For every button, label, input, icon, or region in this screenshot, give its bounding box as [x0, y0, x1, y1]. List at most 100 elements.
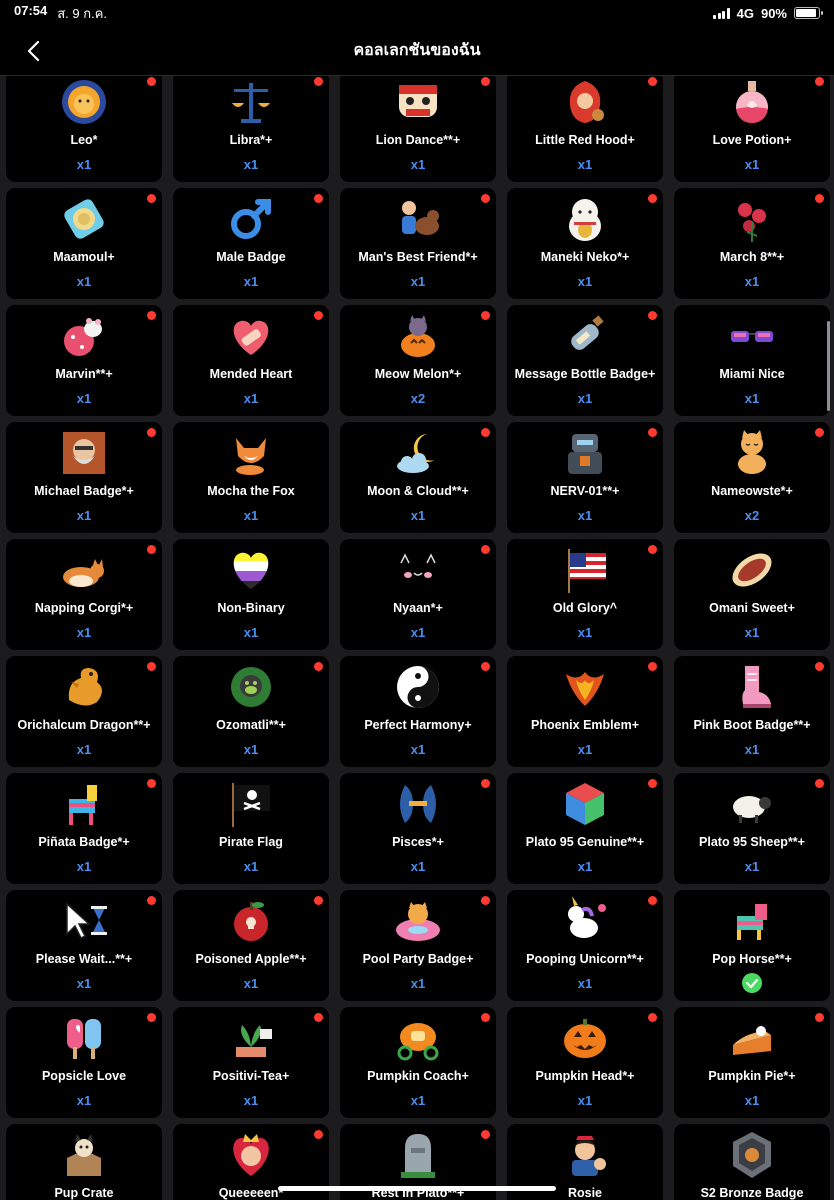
badge-card[interactable]: Positivi-Tea+ x1	[173, 1007, 329, 1118]
badge-card[interactable]: S2 Bronze Badge	[674, 1124, 830, 1200]
badge-card[interactable]: Ozomatli**+ x1	[173, 656, 329, 767]
badge-count: x1	[577, 274, 593, 289]
badge-card[interactable]: Leo* x1	[6, 76, 162, 182]
badge-count: x1	[410, 625, 426, 640]
new-indicator-dot	[648, 311, 657, 320]
badge-card[interactable]: NERV-01**+ x1	[507, 422, 663, 533]
badge-card[interactable]: Phoenix Emblem+ x1	[507, 656, 663, 767]
queen-icon	[224, 1128, 278, 1182]
badge-card[interactable]: Old Glory^ x1	[507, 539, 663, 650]
badge-card[interactable]: Plato 95 Sheep**+ x1	[674, 773, 830, 884]
badge-name: Old Glory^	[552, 601, 618, 615]
new-indicator-dot	[815, 194, 824, 203]
badge-name: Nyaan*+	[393, 601, 443, 615]
badge-card[interactable]: Pool Party Badge+ x1	[340, 890, 496, 1001]
new-indicator-dot	[481, 194, 490, 203]
badge-card[interactable]: Man's Best Friend*+ x1	[340, 188, 496, 299]
phoenix-icon	[558, 660, 612, 714]
badge-card[interactable]: Pumpkin Pie*+ x1	[674, 1007, 830, 1118]
badge-card[interactable]: Maamoul+ x1	[6, 188, 162, 299]
badge-name: Message Bottle Badge+	[514, 367, 656, 381]
badge-count: x1	[577, 625, 593, 640]
badge-name: Pink Boot Badge**+	[693, 718, 811, 732]
badge-card[interactable]: Moon & Cloud**+ x1	[340, 422, 496, 533]
badge-card[interactable]: Please Wait...**+ x1	[6, 890, 162, 1001]
badge-card[interactable]: Pup Crate	[6, 1124, 162, 1200]
nonbinary-heart-icon	[224, 543, 278, 597]
badge-card[interactable]: Napping Corgi*+ x1	[6, 539, 162, 650]
pie-icon	[725, 1011, 779, 1065]
badge-count: x1	[76, 157, 92, 172]
badge-card[interactable]: Lion Dance**+ x1	[340, 76, 496, 182]
new-indicator-dot	[147, 311, 156, 320]
badge-card[interactable]: Male Badge x1	[173, 188, 329, 299]
pup-crate-icon	[57, 1128, 111, 1182]
badge-card[interactable]: Perfect Harmony+ x1	[340, 656, 496, 767]
badge-card[interactable]: Nyaan*+ x1	[340, 539, 496, 650]
new-indicator-dot	[147, 1013, 156, 1022]
cube-icon	[558, 777, 612, 831]
badge-card[interactable]: Pooping Unicorn**+ x1	[507, 890, 663, 1001]
badge-count: x1	[76, 391, 92, 406]
new-indicator-dot	[314, 1130, 323, 1139]
dragon-icon	[57, 660, 111, 714]
collection-scroll-area[interactable]: Leo* x1 Libra*+ x1 Lion Dance**+ x1 Little Red…	[0, 76, 834, 1200]
badge-name: Napping Corgi*+	[34, 601, 134, 615]
rosie-icon	[558, 1128, 612, 1182]
badge-count: x1	[577, 391, 593, 406]
new-indicator-dot	[648, 77, 657, 86]
badge-count: x2	[744, 508, 760, 523]
badge-name: Please Wait...**+	[35, 952, 133, 966]
badge-card[interactable]: Pumpkin Coach+ x1	[340, 1007, 496, 1118]
badge-card[interactable]: Popsicle Love x1	[6, 1007, 162, 1118]
scrollbar[interactable]	[827, 321, 830, 411]
badge-card[interactable]: Pirate Flag x1	[173, 773, 329, 884]
badge-card[interactable]: Plato 95 Genuine**+ x1	[507, 773, 663, 884]
badge-card[interactable]: Nameowste*+ x2	[674, 422, 830, 533]
badge-card[interactable]: March 8**+ x1	[674, 188, 830, 299]
popsicle-icon	[57, 1011, 111, 1065]
badge-count: x1	[243, 274, 259, 289]
badge-card[interactable]: Maneki Neko*+ x1	[507, 188, 663, 299]
badge-count: x1	[744, 274, 760, 289]
badge-count: x1	[577, 742, 593, 757]
badge-card[interactable]: Mended Heart x1	[173, 305, 329, 416]
badge-card[interactable]: Meow Melon*+ x2	[340, 305, 496, 416]
new-indicator-dot	[314, 662, 323, 671]
badge-card[interactable]: Miami Nice x1	[674, 305, 830, 416]
badge-card[interactable]: Love Potion+ x1	[674, 76, 830, 182]
badge-card[interactable]: Pumpkin Head*+ x1	[507, 1007, 663, 1118]
badge-card[interactable]: Pink Boot Badge**+ x1	[674, 656, 830, 767]
badge-card[interactable]: Non-Binary x1	[173, 539, 329, 650]
badge-card[interactable]: Poisoned Apple**+ x1	[173, 890, 329, 1001]
badge-card[interactable]: Orichalcum Dragon**+ x1	[6, 656, 162, 767]
badge-card[interactable]: Michael Badge*+ x1	[6, 422, 162, 533]
monkey-icon	[224, 660, 278, 714]
back-button[interactable]	[18, 36, 48, 66]
home-indicator[interactable]	[278, 1186, 556, 1191]
badge-name: Mocha the Fox	[207, 484, 295, 498]
badge-name: Libra*+	[229, 133, 273, 147]
badge-card[interactable]: Marvin**+ x1	[6, 305, 162, 416]
badge-card[interactable]: Pisces*+ x1	[340, 773, 496, 884]
new-indicator-dot	[648, 1013, 657, 1022]
badge-card[interactable]: Omani Sweet+ x1	[674, 539, 830, 650]
meditating-cat-icon	[725, 426, 779, 480]
badge-count: x1	[744, 157, 760, 172]
badge-card[interactable]: Libra*+ x1	[173, 76, 329, 182]
badge-card[interactable]: Mocha the Fox x1	[173, 422, 329, 533]
message-bottle-icon	[558, 309, 612, 363]
badge-card[interactable]: Message Bottle Badge+ x1	[507, 305, 663, 416]
badge-card[interactable]: Piñata Badge*+ x1	[6, 773, 162, 884]
new-indicator-dot	[648, 896, 657, 905]
status-bar: 07:54 ส. 9 ก.ค. 4G 90%	[0, 0, 834, 26]
badge-card[interactable]: Pop Horse**+	[674, 890, 830, 1001]
badge-count: x1	[744, 625, 760, 640]
new-indicator-dot	[648, 194, 657, 203]
new-indicator-dot	[481, 1013, 490, 1022]
badge-count: x1	[410, 508, 426, 523]
badge-name: Pup Crate	[54, 1186, 114, 1200]
badge-card[interactable]: Little Red Hood+ x1	[507, 76, 663, 182]
badge-count: x1	[410, 1093, 426, 1108]
badge-count: x1	[243, 742, 259, 757]
